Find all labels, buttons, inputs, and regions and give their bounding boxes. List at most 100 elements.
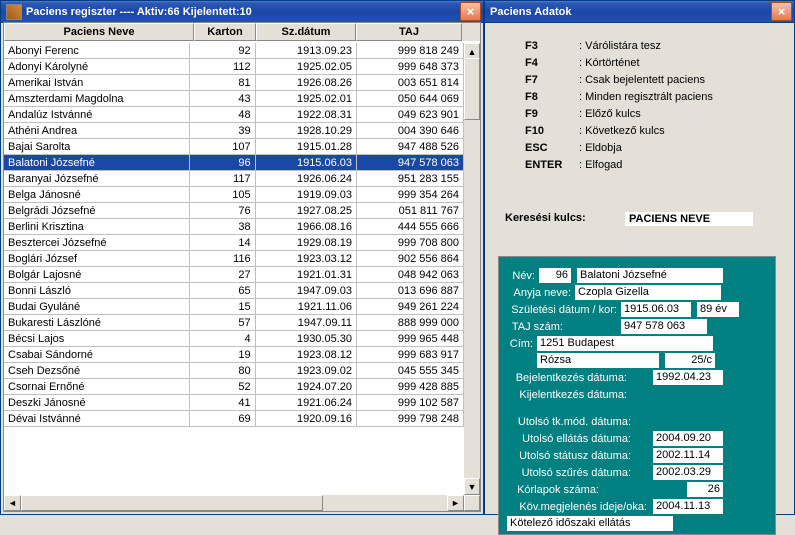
table-row[interactable]: Boglári József1161923.03.12902 556 864 xyxy=(4,251,464,267)
table-row[interactable]: Amszterdami Magdolna431925.02.01050 644 … xyxy=(4,91,464,107)
function-keys: F3: Várólistára teszF4: KórtörténetF7: C… xyxy=(525,38,790,174)
cell-date: 1929.08.19 xyxy=(256,235,357,251)
table-row[interactable]: Cseh Dezsőné801923.09.02045 555 345 xyxy=(4,363,464,379)
table-row[interactable]: Deszki Jánosné411921.06.24999 102 587 xyxy=(4,395,464,411)
table-row[interactable]: Bolgár Lajosné271921.01.31048 942 063 xyxy=(4,267,464,283)
scroll-down-icon[interactable]: ▼ xyxy=(464,478,480,495)
function-key-row: F9: Előző kulcs xyxy=(525,106,790,123)
detail-panel: Név:96Balatoni Józsefné Anyja neve:Czopl… xyxy=(498,256,776,535)
col-name[interactable]: Paciens Neve xyxy=(4,23,194,41)
scroll-thumb[interactable] xyxy=(464,58,480,120)
registry-title: Paciens regiszter ---- Aktiv:66 Kijelent… xyxy=(26,6,252,18)
cell-date: 1925.02.01 xyxy=(256,91,357,107)
table-row[interactable]: Andalúz Istvánné481922.08.31049 623 901 xyxy=(4,107,464,123)
scroll-right-icon[interactable]: ► xyxy=(447,495,464,511)
table-row[interactable]: Balatoni Józsefné961915.06.03947 578 063 xyxy=(4,155,464,171)
table-row[interactable]: Amerikai István811926.08.26003 651 814 xyxy=(4,75,464,91)
fn-label: : Várólistára tesz xyxy=(579,38,661,55)
cell-date: 1966.08.16 xyxy=(256,219,357,235)
table-row[interactable]: Berlini Krisztina381966.08.16444 555 666 xyxy=(4,219,464,235)
cell-taj: 999 818 249 xyxy=(357,43,464,59)
function-key-row: ESC: Eldobja xyxy=(525,140,790,157)
fn-label: : Kórtörténet xyxy=(579,55,640,72)
col-karton[interactable]: Karton xyxy=(194,23,256,41)
cell-date: 1926.06.24 xyxy=(256,171,357,187)
name-label: Név: xyxy=(507,270,535,282)
cell-karton: 92 xyxy=(190,43,256,59)
cell-name: Cseh Dezsőné xyxy=(4,363,190,379)
scroll-left-icon[interactable]: ◄ xyxy=(4,495,21,511)
table-row[interactable]: Csornai Ernőné521924.07.20999 428 885 xyxy=(4,379,464,395)
function-key-row: F10: Következő kulcs xyxy=(525,123,790,140)
cell-name: Athéni Andrea xyxy=(4,123,190,139)
taj-value: 947 578 063 xyxy=(621,319,707,334)
lastcare-label: Utolsó ellátás dátuma: xyxy=(507,433,631,445)
table-row[interactable]: Belga Jánosné1051919.09.03999 354 264 xyxy=(4,187,464,203)
data-titlebar[interactable]: Paciens Adatok × xyxy=(485,1,794,23)
col-taj[interactable]: TAJ xyxy=(356,23,462,41)
fn-label: : Csak bejelentett paciens xyxy=(579,72,705,89)
age-value: 89 év xyxy=(697,302,739,317)
table-row[interactable]: Bécsi Lajos41930.05.30999 965 448 xyxy=(4,331,464,347)
table-row[interactable]: Bonni László651947.09.03013 696 887 xyxy=(4,283,464,299)
cell-name: Deszki Jánosné xyxy=(4,395,190,411)
table-row[interactable]: Athéni Andrea391928.10.29004 390 646 xyxy=(4,123,464,139)
cell-karton: 14 xyxy=(190,235,256,251)
fn-key: F10 xyxy=(525,123,579,140)
cell-name: Baranyai Józsefné xyxy=(4,171,190,187)
cell-karton: 116 xyxy=(190,251,256,267)
function-key-row: ENTER: Elfogad xyxy=(525,157,790,174)
cell-taj: 902 556 864 xyxy=(357,251,464,267)
sheets-value: 26 xyxy=(687,482,723,497)
addr-num: 25/c xyxy=(665,353,715,368)
table-row[interactable]: Csabai Sándorné191923.08.12999 683 917 xyxy=(4,347,464,363)
cell-karton: 80 xyxy=(190,363,256,379)
cell-name: Belgrádi Józsefné xyxy=(4,203,190,219)
cell-date: 1927.08.25 xyxy=(256,203,357,219)
table-row[interactable]: Besztercei Józsefné141929.08.19999 708 8… xyxy=(4,235,464,251)
cell-taj: 050 644 069 xyxy=(357,91,464,107)
birth-date: 1915.06.03 xyxy=(621,302,691,317)
table-row[interactable]: Belgrádi Józsefné761927.08.25051 811 767 xyxy=(4,203,464,219)
table-row[interactable]: Bukaresti Lászlóné571947.09.11888 999 00… xyxy=(4,315,464,331)
cell-taj: 949 261 224 xyxy=(357,299,464,315)
table-row[interactable]: Baranyai Józsefné1171926.06.24951 283 15… xyxy=(4,171,464,187)
table-row[interactable]: Abonyi Ferenc921913.09.23999 818 249 xyxy=(4,43,464,59)
cell-date: 1928.10.29 xyxy=(256,123,357,139)
cell-date: 1919.09.03 xyxy=(256,187,357,203)
table-row[interactable]: Bajai Sarolta1071915.01.28947 488 526 xyxy=(4,139,464,155)
laststatus-label: Utolsó státusz dátuma: xyxy=(507,450,631,462)
vscrollbar[interactable]: ▲ ▼ xyxy=(464,43,480,495)
cell-karton: 69 xyxy=(190,411,256,427)
hscroll-thumb[interactable] xyxy=(21,495,323,511)
cell-name: Budai Gyuláné xyxy=(4,299,190,315)
lastscreen-label: Utolsó szűrés dátuma: xyxy=(507,467,631,479)
function-key-row: F4: Kórtörténet xyxy=(525,55,790,72)
close-icon[interactable]: × xyxy=(771,2,792,21)
cell-date: 1923.08.12 xyxy=(256,347,357,363)
close-icon[interactable]: × xyxy=(460,2,481,21)
cell-name: Bonni László xyxy=(4,283,190,299)
search-value[interactable]: PACIENS NEVE xyxy=(625,212,753,226)
cell-karton: 65 xyxy=(190,283,256,299)
registry-titlebar[interactable]: Paciens regiszter ---- Aktiv:66 Kijelent… xyxy=(1,1,483,23)
addr-label: Cím: xyxy=(507,338,533,350)
function-key-row: F3: Várólistára tesz xyxy=(525,38,790,55)
cell-taj: 048 942 063 xyxy=(357,267,464,283)
fn-label: : Előző kulcs xyxy=(579,106,641,123)
cell-karton: 52 xyxy=(190,379,256,395)
table-row[interactable]: Budai Gyuláné151921.11.06949 261 224 xyxy=(4,299,464,315)
cell-karton: 4 xyxy=(190,331,256,347)
cell-name: Belga Jánosné xyxy=(4,187,190,203)
cell-karton: 105 xyxy=(190,187,256,203)
table-row[interactable]: Dévai Istvánné691920.09.16999 798 248 xyxy=(4,411,464,427)
cell-taj: 888 999 000 xyxy=(357,315,464,331)
cell-name: Csornai Ernőné xyxy=(4,379,190,395)
cell-karton: 57 xyxy=(190,315,256,331)
table-row[interactable]: Adonyi Károlyné1121925.02.05999 648 373 xyxy=(4,59,464,75)
taj-label: TAJ szám: xyxy=(507,321,563,333)
hscrollbar[interactable]: ◄ ► xyxy=(4,495,480,511)
cell-karton: 81 xyxy=(190,75,256,91)
cell-date: 1923.03.12 xyxy=(256,251,357,267)
col-date[interactable]: Sz.dátum xyxy=(256,23,356,41)
